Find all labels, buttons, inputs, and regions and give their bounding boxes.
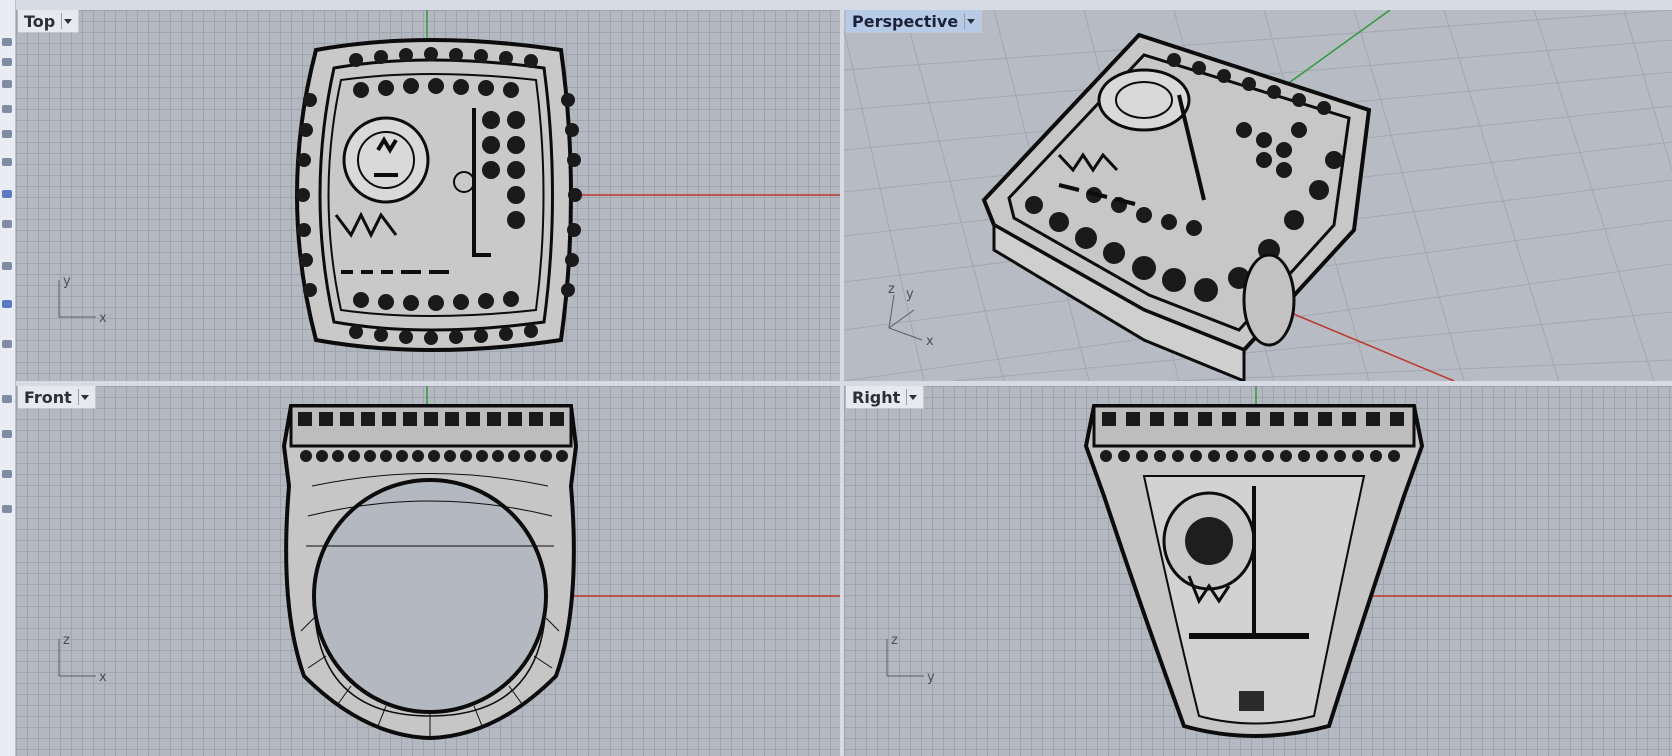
viewport-label: Front bbox=[24, 387, 72, 407]
viewport-top[interactable]: y x Top bbox=[16, 10, 840, 381]
viewport-perspective[interactable]: z y x Perspective bbox=[844, 10, 1672, 381]
viewport-label: Top bbox=[24, 11, 56, 31]
tool-icon[interactable] bbox=[2, 300, 12, 308]
perspective-view-canvas: z y x bbox=[844, 10, 1672, 381]
axis-label-h: y bbox=[927, 670, 935, 685]
viewport-title-right[interactable]: Right bbox=[846, 386, 925, 409]
ring-front-model bbox=[281, 404, 579, 741]
tool-icon[interactable] bbox=[2, 38, 12, 46]
top-view-canvas: y x bbox=[58, 10, 840, 352]
axis-label-y: y bbox=[906, 287, 914, 302]
axis-label-h: x bbox=[99, 311, 107, 326]
axis-label-h: x bbox=[99, 670, 107, 685]
tool-icon[interactable] bbox=[2, 105, 12, 113]
side-toolbar bbox=[0, 0, 16, 756]
right-view-canvas: z y bbox=[886, 386, 1672, 738]
tool-icon[interactable] bbox=[2, 80, 12, 88]
tool-icon[interactable] bbox=[2, 190, 12, 198]
axis-label-v: z bbox=[891, 633, 898, 648]
dropdown-arrow-icon[interactable] bbox=[906, 389, 919, 405]
axis-label-z: z bbox=[888, 282, 895, 297]
viewport-title-perspective[interactable]: Perspective bbox=[846, 10, 983, 33]
ring-right-model bbox=[1083, 404, 1425, 738]
axis-label-v: z bbox=[63, 633, 70, 648]
tool-icon[interactable] bbox=[2, 220, 12, 228]
axis-label-v: y bbox=[63, 274, 71, 289]
ring-perspective-model bbox=[981, 32, 1372, 381]
viewport-label: Right bbox=[852, 387, 901, 407]
dropdown-arrow-icon[interactable] bbox=[964, 13, 977, 29]
axis-label-x: x bbox=[926, 334, 934, 349]
viewport-title-front[interactable]: Front bbox=[18, 386, 96, 409]
tool-icon[interactable] bbox=[2, 340, 12, 348]
ring-top-model bbox=[295, 38, 582, 352]
viewport-front[interactable]: z x Front bbox=[16, 386, 840, 756]
viewport-right[interactable]: z y Right bbox=[844, 386, 1672, 756]
dropdown-arrow-icon[interactable] bbox=[61, 13, 74, 29]
front-view-canvas: z x bbox=[58, 386, 840, 741]
viewport-title-top[interactable]: Top bbox=[18, 10, 80, 33]
tool-icon[interactable] bbox=[2, 395, 12, 403]
tool-icon[interactable] bbox=[2, 470, 12, 478]
tool-icon[interactable] bbox=[2, 158, 12, 166]
tool-icon[interactable] bbox=[2, 430, 12, 438]
tool-icon[interactable] bbox=[2, 505, 12, 513]
tool-icon[interactable] bbox=[2, 130, 12, 138]
tool-icon[interactable] bbox=[2, 262, 12, 270]
viewport-label: Perspective bbox=[852, 11, 959, 31]
tool-icon[interactable] bbox=[2, 58, 12, 66]
dropdown-arrow-icon[interactable] bbox=[77, 389, 91, 405]
